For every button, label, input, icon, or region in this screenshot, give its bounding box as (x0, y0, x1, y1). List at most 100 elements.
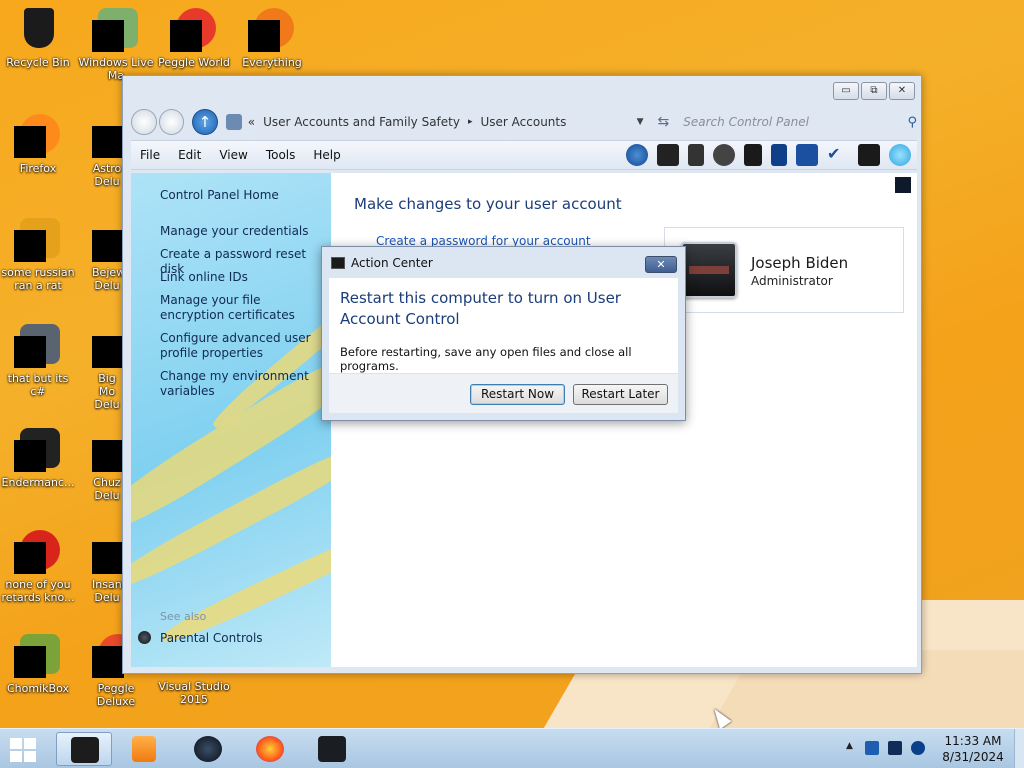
app-icon (92, 426, 122, 474)
app-icon (92, 112, 122, 160)
app-icon (92, 216, 122, 264)
menu-edit[interactable]: Edit (169, 148, 210, 162)
device-toolbar-icon[interactable] (858, 144, 880, 166)
desktop-icon-everything[interactable]: Everything (234, 6, 310, 69)
forward-button[interactable] (158, 109, 185, 135)
breadcrumb-separator-icon[interactable]: ▸ (468, 117, 473, 127)
back-button[interactable] (131, 109, 157, 135)
check-toolbar-icon[interactable]: ✔ (827, 144, 849, 166)
list-toolbar-icon[interactable] (771, 144, 787, 166)
media-player-icon (132, 736, 156, 762)
breadcrumb-item[interactable]: User Accounts and Family Safety (263, 115, 460, 129)
desktop-icon-bejew[interactable]: Bejew Delu (78, 216, 122, 292)
dialog-title: Action Center (351, 256, 433, 270)
dialog-title-bar: Action Center (331, 256, 433, 270)
menu-file[interactable]: File (131, 148, 169, 162)
user-name: Joseph Biden (751, 254, 849, 272)
up-toolbar-icon[interactable] (626, 144, 648, 166)
app-icon (92, 528, 122, 576)
window-caption-buttons: ▭ ⧉ ✕ (833, 82, 915, 100)
windows-logo-icon (10, 738, 22, 749)
avatar[interactable] (681, 242, 737, 298)
dialog-message: Before restarting, save any open files a… (340, 345, 632, 373)
chevron-down-icon[interactable]: ▼ (637, 117, 644, 127)
app-icon (14, 632, 62, 680)
breadcrumb-overflow[interactable]: « (248, 115, 255, 129)
desktop-icon-firefox[interactable]: Firefox (0, 112, 76, 175)
toolbar-icons: ✔ (626, 144, 911, 166)
action-center-dialog: Action Center ✕ Restart this computer to… (321, 246, 686, 421)
desktop-icon-recycle-bin[interactable]: Recycle Bin (0, 6, 76, 69)
manage-credentials-link[interactable]: Manage your credentials (160, 224, 320, 239)
search-box[interactable]: Search Control Panel ⚲ (683, 110, 917, 134)
desktop-icon-windows-live[interactable]: Windows Live Ma (78, 6, 154, 82)
help-icon[interactable] (895, 177, 911, 193)
window-toolbar-icon[interactable] (657, 144, 679, 166)
dialog-close-button[interactable]: ✕ (645, 256, 677, 273)
desktop-icon-chuz[interactable]: Chuz Delu (78, 426, 122, 502)
up-arrow-icon[interactable]: ↑ (192, 109, 218, 135)
recycle-bin-icon (14, 6, 62, 54)
user-accounts-icon (225, 114, 242, 130)
menu-bar: File Edit View Tools Help ✔ (131, 140, 917, 170)
copy-toolbar-icon[interactable] (744, 144, 762, 166)
device-icon (318, 736, 346, 762)
breadcrumb[interactable]: « User Accounts and Family Safety ▸ User… (225, 110, 619, 134)
restart-later-button[interactable]: Restart Later (573, 384, 668, 405)
clock-date: 8/31/2024 (942, 750, 1004, 764)
taskbar-item-media-player[interactable] (116, 732, 172, 766)
clock-time: 11:33 AM (944, 734, 1002, 748)
page-title: Make changes to your user account (354, 195, 622, 213)
parental-controls-icon (138, 631, 151, 644)
restart-now-button[interactable]: Restart Now (470, 384, 565, 405)
firefox-icon (256, 736, 284, 762)
environment-variables-link[interactable]: Change my environment variables (160, 369, 320, 399)
link-online-ids-link[interactable]: Link online IDs (160, 270, 320, 285)
desktop-icon-insaniq[interactable]: Insaniq Delu (78, 528, 122, 604)
search-icon[interactable]: ⚲ (907, 115, 917, 130)
display-tray-icon[interactable] (888, 741, 902, 755)
tools-toolbar-icon[interactable] (713, 144, 735, 166)
file-encryption-link[interactable]: Manage your file encryption certificates (160, 293, 320, 323)
parental-controls-link[interactable]: Parental Controls (160, 631, 320, 646)
user-role: Administrator (751, 274, 833, 288)
app-icon (170, 6, 218, 54)
app-icon (92, 322, 122, 370)
taskbar-item-device[interactable] (304, 732, 360, 766)
advanced-profile-link[interactable]: Configure advanced user profile properti… (160, 331, 320, 361)
menu-tools[interactable]: Tools (257, 148, 305, 162)
clock[interactable]: 11:33 AM 8/31/2024 (940, 733, 1006, 765)
security-tray-icon[interactable] (865, 741, 879, 755)
desktop-icon-some-russian[interactable]: some russian ran a rat (0, 216, 76, 292)
search-input[interactable]: Search Control Panel (683, 115, 809, 129)
taskbar-item-control-panel[interactable] (56, 732, 112, 766)
control-panel-home-link[interactable]: Control Panel Home (160, 188, 320, 203)
taskbar: ▲ 11:33 AM 8/31/2024 (0, 728, 1024, 768)
globe-toolbar-icon[interactable] (889, 144, 911, 166)
delete-toolbar-icon[interactable] (796, 144, 818, 166)
desktop-icon-none-of-you[interactable]: none of you retards kno... (0, 528, 76, 604)
start-button[interactable] (8, 737, 38, 763)
desktop-icon-bigmo[interactable]: Big Mo Delu (78, 322, 122, 411)
menu-view[interactable]: View (210, 148, 256, 162)
network-tray-icon[interactable] (911, 741, 925, 755)
app-icon (14, 216, 62, 264)
taskbar-item-firefox[interactable] (242, 732, 298, 766)
desktop-icon-chomikbox[interactable]: ChomikBox (0, 632, 76, 695)
app-icon (14, 426, 62, 474)
taskbar-item-app[interactable] (180, 732, 236, 766)
desktop-icon-peggle-world[interactable]: Peggle World (156, 6, 232, 69)
minimize-button[interactable]: ▭ (833, 82, 859, 100)
desktop-icon-that-but-csharp[interactable]: that but its c# (0, 322, 76, 398)
tray-overflow-icon[interactable]: ▲ (846, 741, 856, 755)
desktop-icon-endermanch[interactable]: Endermanc... (0, 426, 76, 489)
file-toolbar-icon[interactable] (688, 144, 704, 166)
close-button[interactable]: ✕ (889, 82, 915, 100)
maximize-button[interactable]: ⧉ (861, 82, 887, 100)
system-tray: ▲ (846, 741, 925, 755)
show-desktop-button[interactable] (1014, 729, 1024, 768)
breadcrumb-item[interactable]: User Accounts (481, 115, 567, 129)
refresh-icon[interactable]: ⇆ (658, 114, 670, 130)
desktop-icon-astro[interactable]: Astro Delu (78, 112, 122, 188)
menu-help[interactable]: Help (304, 148, 349, 162)
